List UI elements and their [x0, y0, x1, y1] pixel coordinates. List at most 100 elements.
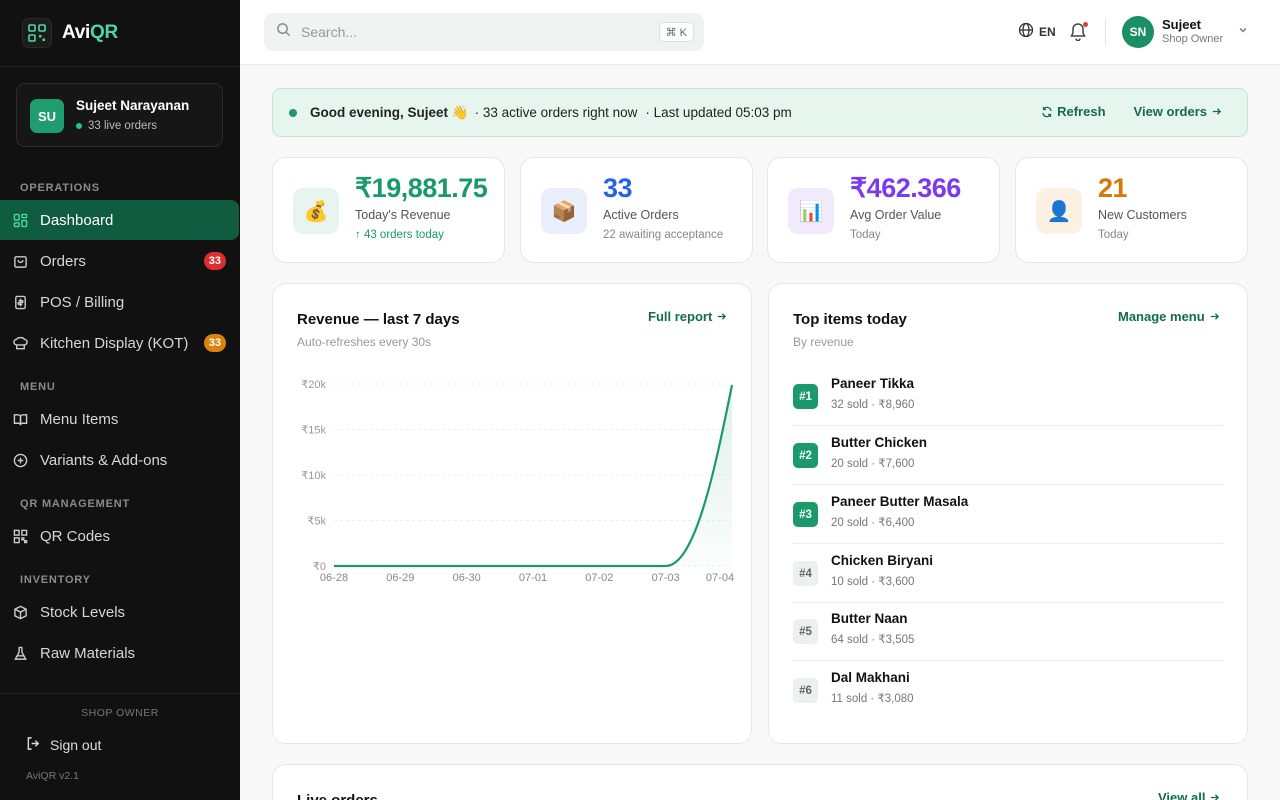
live-orders-status: 33 live orders [76, 120, 157, 132]
user-menu[interactable]: SN Sujeet Shop Owner [1122, 16, 1249, 48]
stat-value: ₹462.366 [850, 173, 961, 203]
sidebar: AviQR SU Sujeet Narayanan 33 live orders… [0, 0, 240, 800]
live-orders-panel: Live orders View all [272, 764, 1248, 800]
y-tick-label: ₹20k [301, 379, 326, 391]
avatar: SN [1122, 16, 1154, 48]
box-icon [12, 604, 28, 620]
user-name: Sujeet [1162, 17, 1202, 32]
sidebar-item-kot[interactable]: Kitchen Display (KOT) 33 [0, 323, 239, 363]
list-item[interactable]: #1 Paneer Tikka 32 sold · ₹8,960 [793, 367, 1223, 426]
last-updated-text: · Last updated 05:03 pm [645, 105, 792, 120]
top-items-panel: Top items today By revenue Manage menu #… [768, 283, 1248, 744]
orders-count-badge: 33 [203, 252, 226, 270]
stat-sub: 22 awaiting acceptance [603, 229, 724, 241]
arrow-right-icon [1211, 794, 1220, 800]
qr-logo-icon [22, 18, 52, 48]
section-qr-management: QR MANAGEMENT [20, 498, 131, 510]
arrow-right-icon [1210, 313, 1219, 320]
item-name: Dal Makhani [831, 670, 910, 685]
refresh-button[interactable]: Refresh [1041, 104, 1106, 119]
sidebar-item-raw-materials[interactable]: Raw Materials [0, 633, 239, 673]
revenue-panel: Revenue — last 7 days Auto-refreshes eve… [272, 283, 752, 744]
list-item[interactable]: #2 Butter Chicken 20 sold · ₹7,600 [793, 426, 1223, 485]
stat-value: 33 [603, 173, 633, 203]
rank-badge: #3 [793, 502, 818, 527]
item-name: Butter Naan [831, 611, 908, 626]
stat-label: Today's Revenue [355, 208, 451, 222]
arrow-right-icon [718, 313, 727, 320]
role-label: SHOP OWNER [81, 707, 159, 719]
stat-sub: Today [850, 229, 881, 241]
sidebar-item-menu-items[interactable]: Menu Items [0, 399, 239, 439]
flask-icon [12, 645, 28, 661]
panel-title: Top items today [793, 311, 907, 328]
search-bar[interactable]: ⌘ K [264, 13, 704, 51]
list-item[interactable]: #4 Chicken Biryani 10 sold · ₹3,600 [793, 544, 1223, 603]
revenue-area [334, 385, 732, 566]
receipt-icon [12, 294, 28, 310]
search-shortcut: ⌘ K [658, 22, 694, 42]
revenue-chart: ₹0₹5k₹10k₹15k₹20k06-28 06-29 06-30 07-01 07-… [301, 379, 734, 584]
section-inventory: INVENTORY [20, 574, 91, 586]
stat-card-avg-order[interactable]: 📊 ₹462.366 Avg Order Value Today [767, 157, 1000, 263]
manage-menu-link[interactable]: Manage menu [1118, 309, 1220, 324]
language-selector[interactable]: EN [1018, 22, 1056, 41]
app-logo[interactable]: AviQR [22, 18, 118, 48]
stat-card-revenue[interactable]: 💰 ₹19,881.75 Today's Revenue ↑ 43 orders… [272, 157, 505, 263]
shopping-bag-icon [12, 253, 28, 269]
search-input[interactable] [301, 24, 704, 40]
sidebar-item-variants[interactable]: Variants & Add-ons [0, 440, 239, 480]
money-bag-icon: 💰 [293, 188, 339, 234]
item-name: Chicken Biryani [831, 553, 934, 568]
full-report-link[interactable]: Full report [648, 309, 727, 324]
sidebar-item-qr-codes[interactable]: QR Codes [0, 516, 239, 556]
list-item[interactable]: #5 Butter Naan 64 sold · ₹3,505 [793, 602, 1223, 661]
revenue-line [334, 384, 734, 568]
qr-code-icon [12, 528, 28, 544]
stat-card-new-customers[interactable]: 👤 21 New Customers Today [1015, 157, 1248, 263]
item-stats: 32 sold · ₹8,960 [831, 399, 915, 411]
log-out-icon [26, 736, 41, 754]
notifications-button[interactable] [1069, 21, 1089, 43]
x-tick-label: 07-02 [585, 572, 613, 584]
dashboard-icon [12, 212, 28, 228]
x-tick-label: 07-01 [519, 572, 547, 584]
x-tick-label: 06-28 [320, 572, 348, 584]
sign-out-button[interactable]: Sign out [26, 736, 101, 754]
rank-badge: #1 [793, 384, 818, 409]
app-name: AviQR [62, 22, 118, 43]
panel-title: Revenue — last 7 days [297, 311, 460, 328]
stat-card-active-orders[interactable]: 📦 33 Active Orders 22 awaiting acceptanc… [520, 157, 753, 263]
sidebar-item-orders[interactable]: Orders 33 [0, 241, 239, 281]
x-tick-label: 06-29 [386, 572, 414, 584]
chef-hat-icon [12, 335, 28, 351]
stat-value: ₹19,881.75 [355, 173, 488, 203]
stat-sub: ↑ 43 orders today [355, 229, 444, 241]
sidebar-item-dashboard[interactable]: Dashboard [0, 200, 239, 240]
topbar-separator [1105, 18, 1106, 46]
section-operations: OPERATIONS [20, 182, 100, 194]
kot-count-badge: 33 [203, 334, 226, 352]
book-open-icon [12, 411, 28, 427]
x-tick-label: 07-03 [652, 572, 680, 584]
stat-label: Active Orders [603, 208, 679, 222]
stat-label: Avg Order Value [850, 208, 942, 222]
view-all-link[interactable]: View all [1158, 790, 1220, 800]
list-item[interactable]: #3 Paneer Butter Masala 20 sold · ₹6,400 [793, 485, 1223, 544]
plus-circle-icon [12, 452, 28, 468]
list-item[interactable]: #6 Dal Makhani 11 sold · ₹3,080 [793, 661, 1223, 720]
active-orders-text: · 33 active orders right now [474, 105, 638, 120]
bell-icon [1069, 23, 1087, 45]
bar-chart-icon: 📊 [788, 188, 834, 234]
sidebar-item-pos[interactable]: POS / Billing [0, 282, 239, 322]
sidebar-user-card[interactable]: SU Sujeet Narayanan 33 live orders [16, 83, 223, 147]
section-menu: MENU [20, 381, 56, 393]
sidebar-item-stock-levels[interactable]: Stock Levels [0, 592, 239, 632]
view-orders-link[interactable]: View orders [1134, 104, 1222, 119]
chevron-down-icon [1237, 23, 1249, 41]
y-tick-label: ₹5k [307, 516, 326, 528]
stat-label: New Customers [1098, 208, 1187, 222]
panel-title: Live orders [297, 792, 378, 800]
greeting-banner: Good evening, Sujeet 👋 · 33 active order… [272, 88, 1248, 137]
item-name: Paneer Tikka [831, 376, 915, 391]
